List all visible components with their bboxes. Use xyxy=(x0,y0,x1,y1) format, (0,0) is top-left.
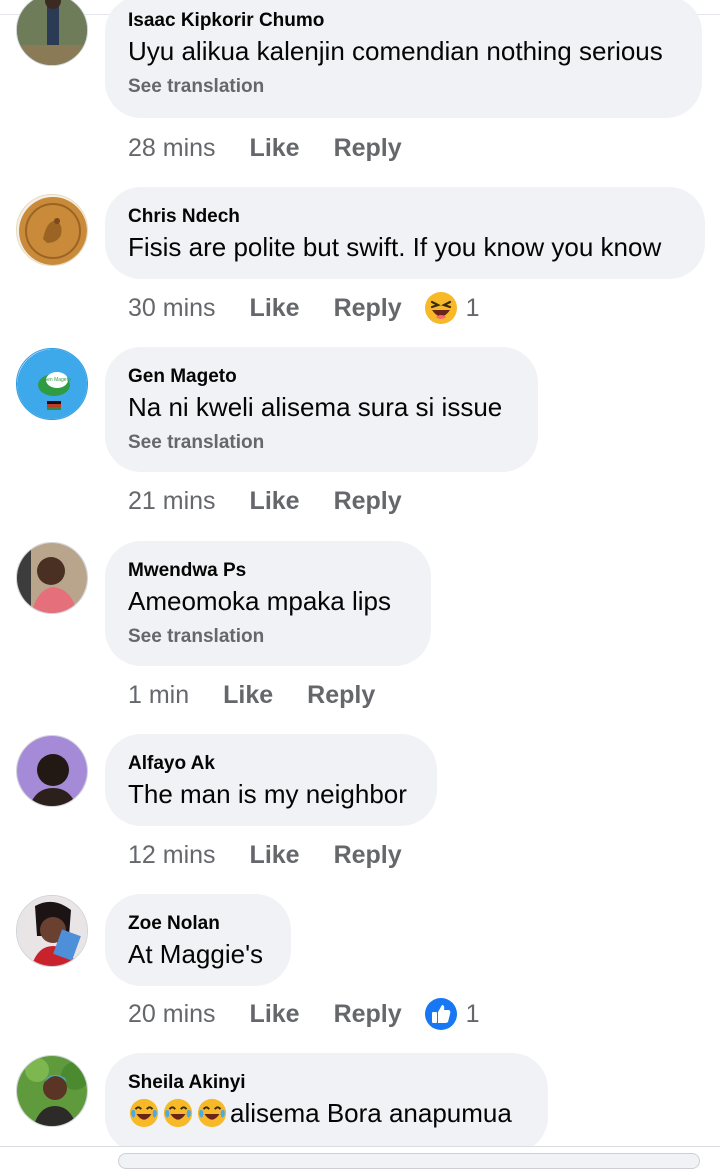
avatar-logo-text: Gen Mageto xyxy=(43,377,71,383)
comment-text-body: alisema Bora anapumua xyxy=(230,1098,512,1128)
like-button[interactable]: Like xyxy=(223,681,273,710)
tears-of-joy-emoji-icon xyxy=(129,1098,159,1128)
like-button[interactable]: Like xyxy=(250,1000,300,1029)
comment-text: Fisis are polite but swift. If you know … xyxy=(128,232,662,262)
comment-actions: 28 mins Like Reply xyxy=(128,131,424,165)
like-button[interactable]: Like xyxy=(250,487,300,516)
write-comment-input[interactable] xyxy=(118,1153,700,1169)
reaction-summary[interactable]: 1 xyxy=(424,997,480,1031)
comment-text: Ameomoka mpaka lips xyxy=(128,586,391,616)
avatar[interactable] xyxy=(16,735,88,807)
comment-time[interactable]: 12 mins xyxy=(128,841,216,870)
reply-button[interactable]: Reply xyxy=(334,841,402,870)
like-button[interactable]: Like xyxy=(250,841,300,870)
comment-bubble: Sheila Akinyi alisema Bora anapumua xyxy=(105,1053,548,1153)
comment-actions: 20 mins Like Reply 1 xyxy=(128,997,480,1031)
comment-text: At Maggie's xyxy=(128,939,264,969)
comment-author[interactable]: Chris Ndech xyxy=(128,206,682,230)
avatar[interactable] xyxy=(16,1055,88,1127)
comment-bubble: Alfayo Ak The man is my neighbor xyxy=(105,734,437,826)
see-translation-link[interactable]: See translation xyxy=(128,626,408,648)
thumbs-up-reaction-icon xyxy=(424,998,457,1030)
comment-text: The man is my neighbor xyxy=(128,779,407,809)
comment-author[interactable]: Mwendwa Ps xyxy=(128,560,408,584)
tears-of-joy-emoji-icon xyxy=(197,1098,227,1128)
avatar[interactable] xyxy=(16,0,88,66)
comment-author[interactable]: Sheila Akinyi xyxy=(128,1072,525,1096)
reply-button[interactable]: Reply xyxy=(334,294,402,323)
reply-button[interactable]: Reply xyxy=(334,1000,402,1029)
see-translation-link[interactable]: See translation xyxy=(128,76,679,98)
comment-time[interactable]: 21 mins xyxy=(128,487,216,516)
comment-bubble: Gen Mageto Na ni kweli alisema sura si i… xyxy=(105,347,538,472)
reply-button[interactable]: Reply xyxy=(334,487,402,516)
reply-button[interactable]: Reply xyxy=(307,681,375,710)
comment-bubble: Zoe Nolan At Maggie's xyxy=(105,894,291,986)
tears-of-joy-emoji-icon xyxy=(163,1098,193,1128)
comment-text: alisema Bora anapumua xyxy=(128,1096,525,1130)
like-button[interactable]: Like xyxy=(250,134,300,163)
comment-actions: 21 mins Like Reply xyxy=(128,484,424,518)
comment-author[interactable]: Isaac Kipkorir Chumo xyxy=(128,10,679,34)
comment-author[interactable]: Gen Mageto xyxy=(128,366,515,390)
comment-author[interactable]: Alfayo Ak xyxy=(128,753,414,777)
comment-text: Na ni kweli alisema sura si issue xyxy=(128,392,503,422)
avatar[interactable] xyxy=(16,194,88,266)
avatar[interactable]: Gen Mageto xyxy=(16,348,88,420)
comment-author[interactable]: Zoe Nolan xyxy=(128,913,268,937)
like-button[interactable]: Like xyxy=(250,294,300,323)
comment-time[interactable]: 1 min xyxy=(128,681,189,710)
see-translation-link[interactable]: See translation xyxy=(128,432,515,454)
avatar[interactable] xyxy=(16,542,88,614)
comment-bubble: Chris Ndech Fisis are polite but swift. … xyxy=(105,187,705,279)
comment-time[interactable]: 20 mins xyxy=(128,1000,216,1029)
comment-bubble: Mwendwa Ps Ameomoka mpaka lips See trans… xyxy=(105,541,431,666)
reaction-count: 1 xyxy=(465,293,480,322)
laughing-squint-emoji-icon xyxy=(424,292,457,324)
comment-actions: 30 mins Like Reply 1 xyxy=(128,291,480,325)
comment-time[interactable]: 30 mins xyxy=(128,294,216,323)
reaction-summary[interactable]: 1 xyxy=(424,291,480,325)
comment-text: Uyu alikua kalenjin comendian nothing se… xyxy=(128,36,663,66)
comment-actions: 12 mins Like Reply xyxy=(128,838,424,872)
reaction-count: 1 xyxy=(465,999,480,1028)
comment-time[interactable]: 28 mins xyxy=(128,134,216,163)
comment-bubble: Isaac Kipkorir Chumo Uyu alikua kalenjin… xyxy=(105,0,702,118)
comment-actions: 1 min Like Reply xyxy=(128,678,397,712)
avatar[interactable] xyxy=(16,895,88,967)
reply-button[interactable]: Reply xyxy=(334,134,402,163)
